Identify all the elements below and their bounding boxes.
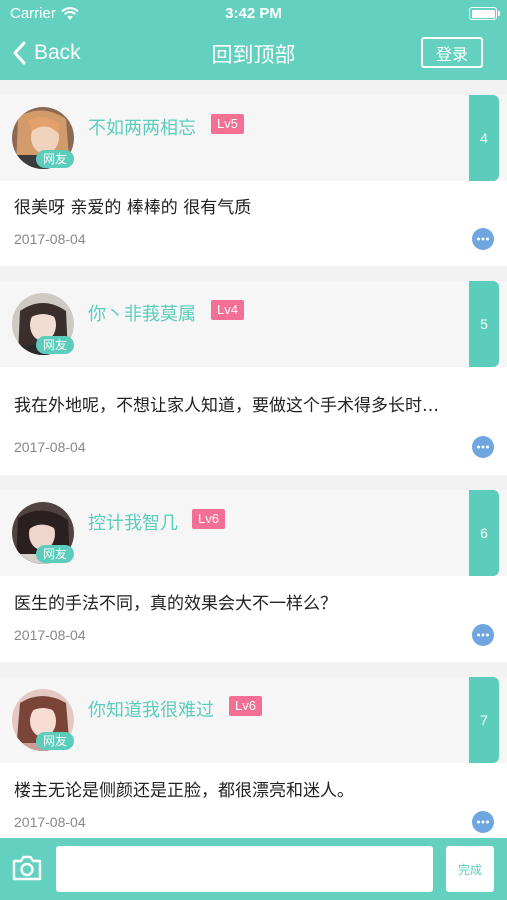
comment-list[interactable]: 网友 不如两两相忘 Lv5 4 很美呀 亲爱的 棒棒的 很有气质 2017-08… <box>0 80 507 838</box>
comment-header <box>0 490 507 576</box>
camera-icon[interactable] <box>11 854 43 882</box>
comment-text: 楼主无论是侧颜还是正脸，都很漂亮和迷人。 <box>14 781 354 801</box>
comment-header <box>0 95 507 181</box>
username[interactable]: 你丶非莪莫属 <box>88 300 196 326</box>
username[interactable]: 控计我智几 <box>88 509 178 535</box>
floor-number: 6 <box>466 490 499 576</box>
comment-text: 医生的手法不同，真的效果会大不一样么？ <box>14 594 337 614</box>
level-badge: Lv6 <box>192 509 225 529</box>
comment-date: 2017-08-04 <box>14 231 86 247</box>
level-badge: Lv6 <box>229 696 262 716</box>
netizen-badge: 网友 <box>36 732 74 750</box>
comment-bubble-icon[interactable] <box>472 811 494 833</box>
comment-card: 网友 不如两两相忘 Lv5 4 很美呀 亲爱的 棒棒的 很有气质 2017-08… <box>0 95 507 266</box>
comment-card: 网友 你丶非莪莫属 Lv4 5 我在外地呢，不想让家人知道，要做这个手术得多长时… <box>0 281 507 475</box>
comment-date: 2017-08-04 <box>14 439 86 455</box>
username[interactable]: 你知道我很难过 <box>88 696 214 722</box>
floor-number: 4 <box>466 95 499 181</box>
comment-bubble-icon[interactable] <box>472 436 494 458</box>
netizen-badge: 网友 <box>36 545 74 563</box>
app-header: Carrier 3:42 PM Back 回到顶部 登录 <box>0 0 507 80</box>
comment-date: 2017-08-04 <box>14 627 86 643</box>
comment-input[interactable] <box>56 846 433 892</box>
comment-card: 网友 你知道我很难过 Lv6 7 楼主无论是侧颜还是正脸，都很漂亮和迷人。 20… <box>0 677 507 838</box>
comment-bubble-icon[interactable] <box>472 624 494 646</box>
comment-card: 网友 控计我智几 Lv6 6 医生的手法不同，真的效果会大不一样么？ 2017-… <box>0 490 507 662</box>
status-bar: Carrier 3:42 PM <box>0 0 507 28</box>
username[interactable]: 不如两两相忘 <box>88 114 196 140</box>
comment-date: 2017-08-04 <box>14 814 86 830</box>
comment-bubble-icon[interactable] <box>472 228 494 250</box>
floor-number: 7 <box>466 677 499 763</box>
comment-text: 很美呀 亲爱的 棒棒的 很有气质 <box>14 198 252 218</box>
level-badge: Lv4 <box>211 300 244 320</box>
battery-icon <box>469 7 500 20</box>
done-button[interactable]: 完成 <box>446 846 494 892</box>
navigation-bar: Back 回到顶部 登录 <box>0 28 507 80</box>
login-button[interactable]: 登录 <box>421 37 483 68</box>
netizen-badge: 网友 <box>36 336 74 354</box>
comment-composer: 完成 <box>0 838 507 900</box>
level-badge: Lv5 <box>211 114 244 134</box>
clock: 3:42 PM <box>225 5 282 22</box>
comment-header <box>0 677 507 763</box>
comment-text: 我在外地呢，不想让家人知道，要做这个手术得多长时… <box>14 396 439 416</box>
comment-header <box>0 281 507 367</box>
netizen-badge: 网友 <box>36 150 74 168</box>
floor-number: 5 <box>466 281 499 367</box>
